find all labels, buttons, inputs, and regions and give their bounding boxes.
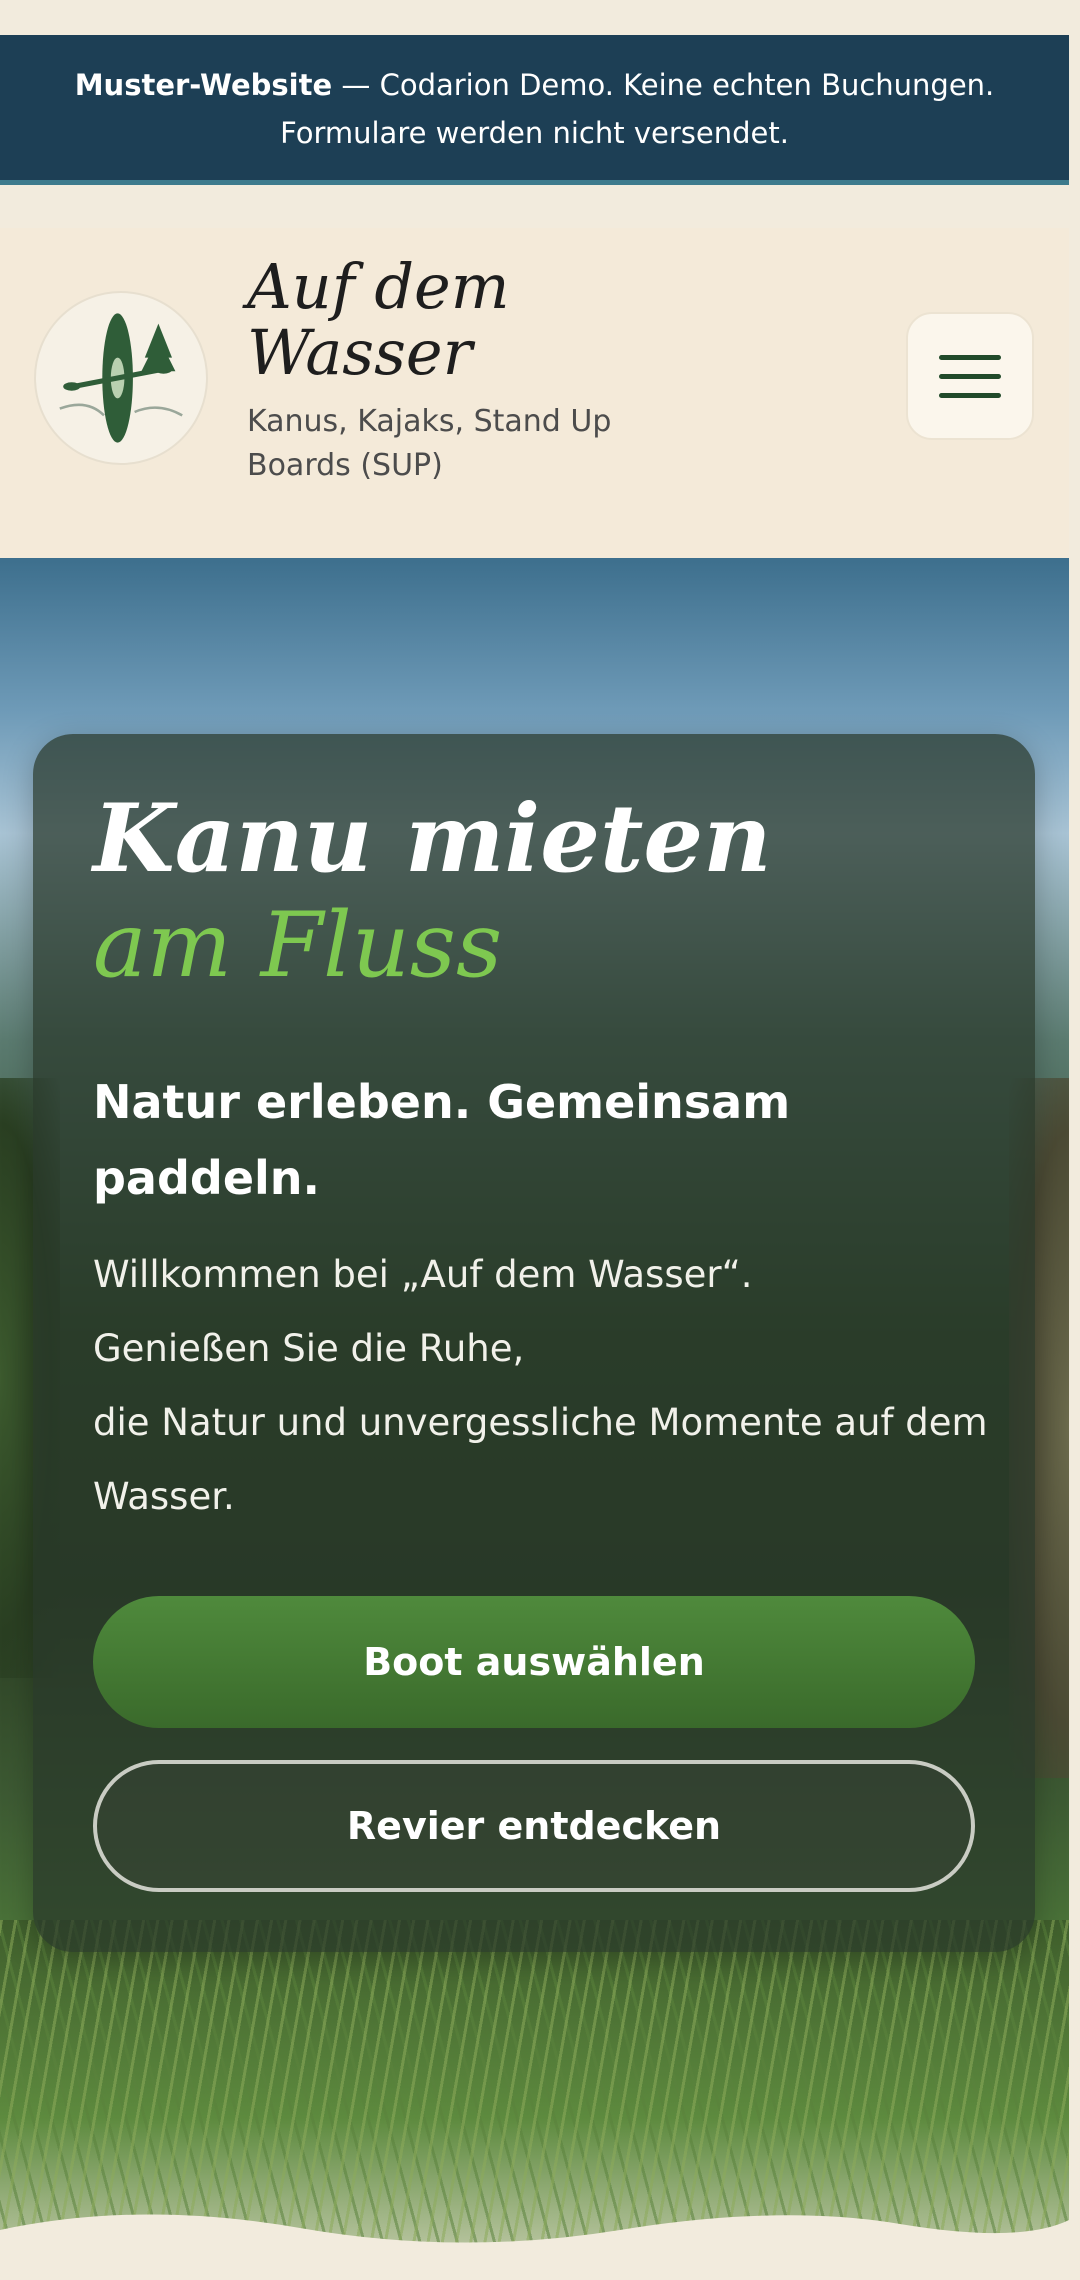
menu-button[interactable] — [906, 312, 1034, 440]
site-subtitle: Kanus, Kajaks, Stand Up Boards (SUP) — [247, 404, 612, 483]
demo-notice-banner: Muster-Website — Codarion Demo. Keine ec… — [0, 35, 1069, 185]
demo-notice-line-2: Formulare werden nicht versendet. — [280, 116, 789, 150]
choose-boat-button[interactable]: Boot auswählen — [93, 1596, 975, 1728]
explore-area-button[interactable]: Revier entdecken — [93, 1760, 975, 1892]
site-logo[interactable] — [34, 291, 208, 465]
hero-description-line: Genießen Sie die Ruhe, — [93, 1327, 525, 1370]
demo-notice-label: Muster-Website — [74, 68, 333, 102]
hamburger-menu-icon-bar — [939, 373, 1001, 379]
hamburger-menu-icon-bar — [939, 392, 1001, 398]
demo-notice-text: — Codarion Demo. Keine echten Buchungen. — [332, 68, 995, 102]
demo-notice-line-1: Muster-Website — Codarion Demo. Keine ec… — [0, 61, 1069, 109]
site-title[interactable]: Auf dem Wasser — [247, 254, 547, 386]
hero-description-line: Willkommen bei „Auf dem Wasser“. — [93, 1253, 753, 1296]
hero-title-accent: am Fluss — [93, 893, 503, 998]
kayak-trees-icon — [59, 313, 183, 443]
hero-description: Willkommen bei „Auf dem Wasser“. Genieße… — [93, 1238, 993, 1534]
wave-divider — [0, 2214, 1069, 2280]
hero-card: Kanu mieten am Fluss Natur erleben. Geme… — [33, 734, 1035, 1952]
hero-section: Kanu mieten am Fluss Natur erleben. Geme… — [0, 558, 1069, 2280]
hero-description-line: die Natur und unvergessliche Momente auf… — [93, 1401, 988, 1518]
hero-tagline: Natur erleben. Gemeinsam paddeln. — [93, 1075, 791, 1205]
hamburger-menu-icon — [939, 354, 1001, 360]
site-header: Auf dem Wasser Kanus, Kajaks, Stand Up B… — [0, 228, 1069, 558]
hero-title: Kanu mieten — [93, 784, 772, 894]
